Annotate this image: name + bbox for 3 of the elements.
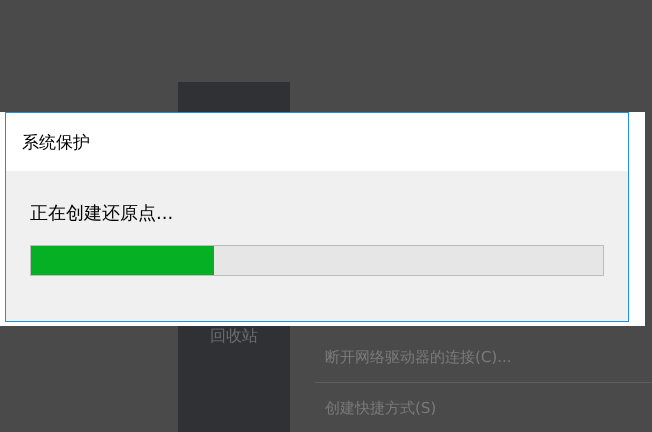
recycle-bin-label: 回收站	[210, 326, 258, 347]
dialog-title: 系统保护	[22, 132, 90, 154]
status-message: 正在创建还原点...	[30, 202, 174, 225]
